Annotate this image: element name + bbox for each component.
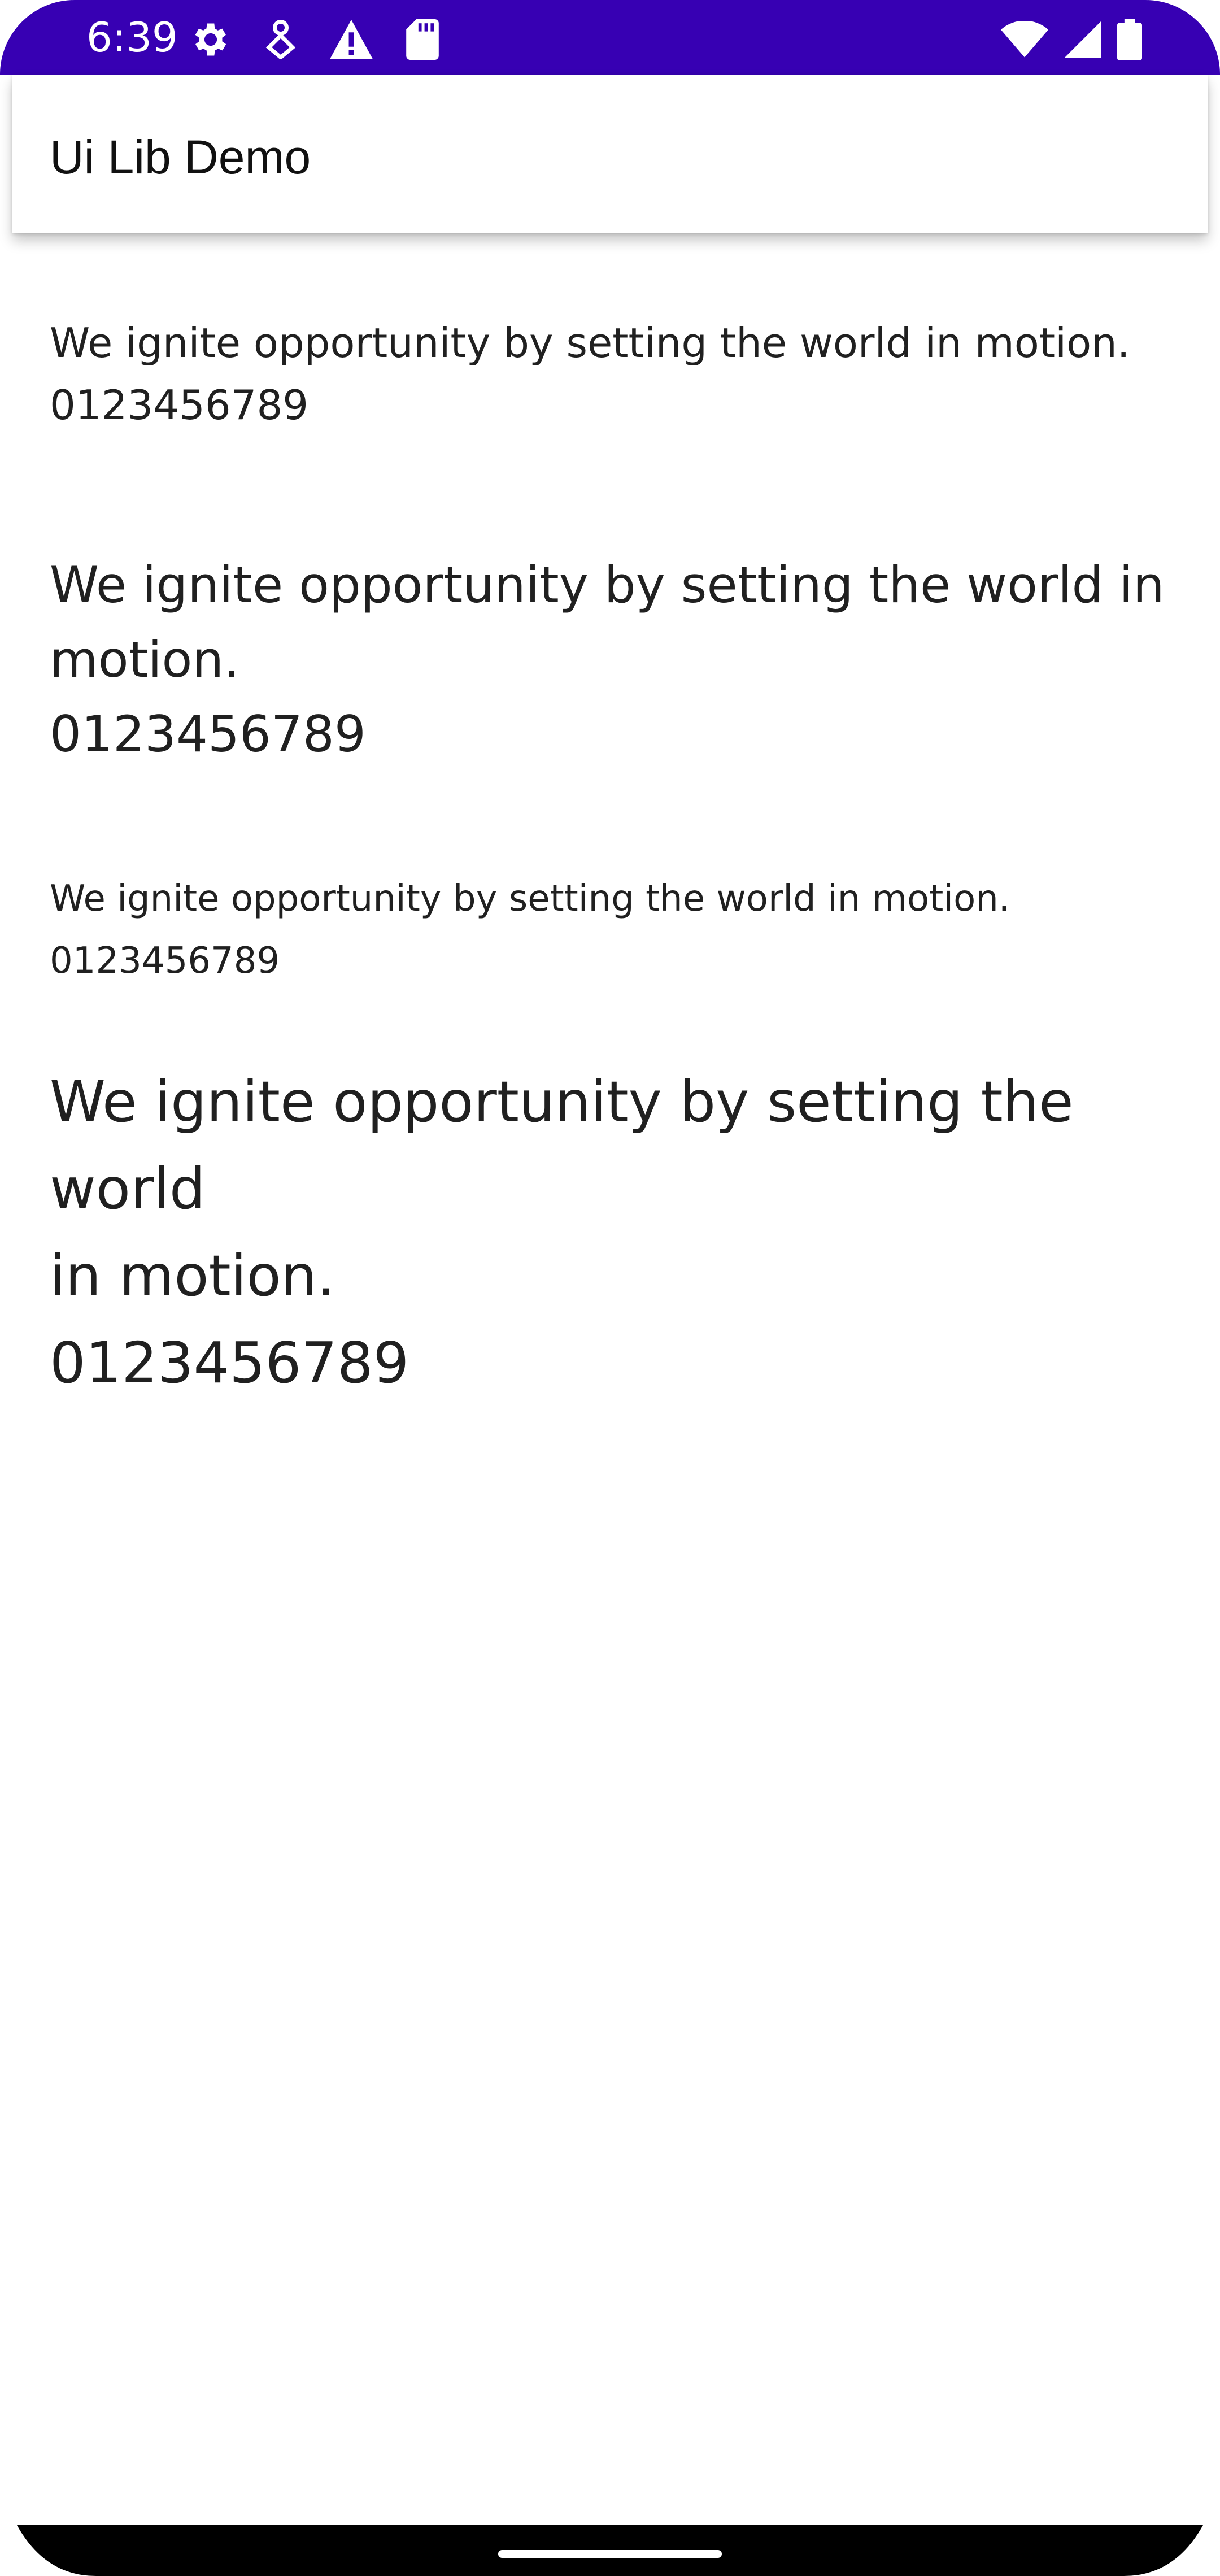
status-icons-left bbox=[189, 17, 439, 62]
status-time: 6:39 bbox=[86, 14, 178, 61]
text-sample-3: We ignite opportunity by setting the wor… bbox=[50, 868, 1010, 992]
app-bar: Ui Lib Demo bbox=[12, 75, 1208, 233]
wifi-icon bbox=[1001, 21, 1048, 58]
sample-digits: 0123456789 bbox=[50, 1330, 409, 1396]
sd-card-icon bbox=[406, 19, 439, 60]
sample-digits: 0123456789 bbox=[50, 705, 366, 763]
cell-signal-icon bbox=[1064, 21, 1101, 58]
sample-sentence: We ignite opportunity by setting the wor… bbox=[50, 319, 1130, 367]
sample-sentence-line-1: We ignite opportunity by setting the wor… bbox=[50, 556, 1165, 614]
app-title: Ui Lib Demo bbox=[50, 130, 311, 184]
sample-digits: 0123456789 bbox=[50, 381, 309, 429]
sample-sentence: We ignite opportunity by setting the wor… bbox=[50, 878, 1010, 920]
text-sample-1: We ignite opportunity by setting the wor… bbox=[50, 312, 1130, 436]
device-screen: 6:39 Ui Lib Demo We ignite opportunity b… bbox=[0, 0, 1220, 2576]
battery-icon bbox=[1117, 19, 1142, 60]
text-sample-4: We ignite opportunity by setting the wor… bbox=[50, 1059, 1168, 1407]
home-gesture-handle[interactable] bbox=[498, 2550, 722, 2558]
status-bar: 6:39 bbox=[0, 0, 1220, 75]
sample-sentence-line-1: We ignite opportunity by setting the wor… bbox=[50, 1069, 1074, 1222]
sample-sentence-line-2: in motion. bbox=[50, 1243, 335, 1309]
warning-icon bbox=[329, 20, 373, 59]
sample-digits: 0123456789 bbox=[50, 940, 280, 982]
status-icons-right bbox=[1001, 17, 1142, 62]
text-sample-2: We ignite opportunity by setting the wor… bbox=[50, 548, 1165, 772]
download-icon bbox=[265, 20, 297, 59]
gear-icon bbox=[189, 18, 232, 61]
sample-sentence-line-2: motion. bbox=[50, 630, 240, 689]
